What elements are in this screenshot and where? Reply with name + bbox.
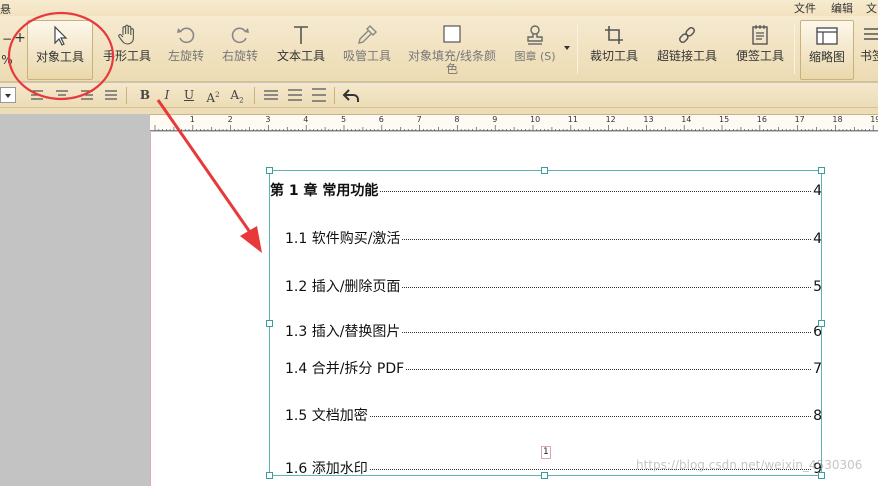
annotation-circle: [7, 11, 115, 101]
watermark-text: https://blog.csdn.net/weixin_4530306: [636, 458, 863, 472]
annotation-arrow-line: [156, 99, 256, 239]
annotation-arrowhead: [240, 226, 262, 253]
annotation-overlay: [7, 11, 262, 253]
